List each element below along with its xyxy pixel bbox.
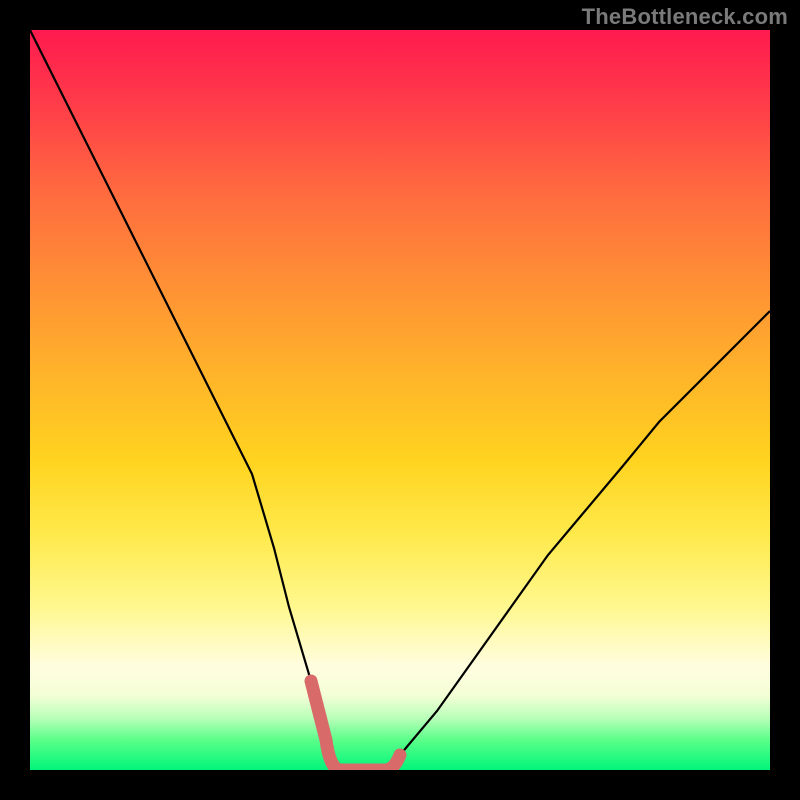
plot-area [30,30,770,770]
chart-frame: TheBottleneck.com [0,0,800,800]
watermark-text: TheBottleneck.com [582,4,788,30]
curve-layer [30,30,770,770]
highlight-minimum [311,681,400,770]
bottleneck-curve [30,30,770,770]
